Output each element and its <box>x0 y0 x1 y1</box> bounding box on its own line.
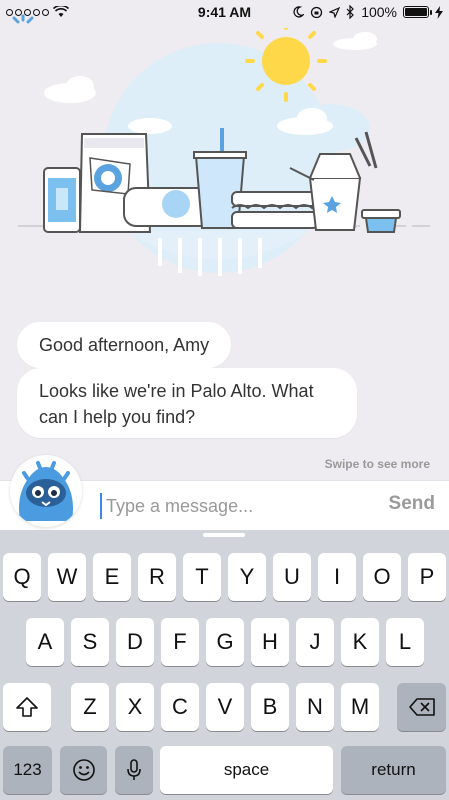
key-e[interactable]: E <box>93 553 131 601</box>
keyboard-handle <box>203 533 245 537</box>
space-key[interactable]: space <box>160 746 333 794</box>
moon-icon <box>293 6 305 18</box>
bot-message: Good afternoon, Amy <box>17 322 232 368</box>
battery-percent: 100% <box>361 4 397 20</box>
key-w[interactable]: W <box>48 553 86 601</box>
key-v[interactable]: V <box>206 683 244 731</box>
key-b[interactable]: B <box>251 683 289 731</box>
key-y[interactable]: Y <box>228 553 266 601</box>
send-button[interactable]: Send <box>389 493 435 515</box>
key-c[interactable]: C <box>161 683 199 731</box>
status-right: 100% <box>292 4 443 20</box>
key-f[interactable]: F <box>161 618 199 666</box>
bot-message: Looks like we're in Palo Alto. What can … <box>17 368 357 438</box>
backspace-key[interactable] <box>397 683 446 731</box>
key-n[interactable]: N <box>296 683 334 731</box>
message-input[interactable] <box>100 493 370 519</box>
key-k[interactable]: K <box>341 618 379 666</box>
microphone-key[interactable] <box>115 746 153 794</box>
bot-mascot-icon <box>19 461 73 521</box>
microphone-icon <box>127 759 141 780</box>
key-p[interactable]: P <box>408 553 446 601</box>
emoji-icon <box>72 759 95 781</box>
key-q[interactable]: Q <box>3 553 41 601</box>
key-o[interactable]: O <box>363 553 401 601</box>
key-m[interactable]: M <box>341 683 379 731</box>
hero-illustration <box>18 28 430 276</box>
key-a[interactable]: A <box>26 618 64 666</box>
wifi-icon <box>53 6 69 17</box>
key-j[interactable]: J <box>296 618 334 666</box>
location-icon <box>329 6 341 18</box>
battery-fill <box>405 8 427 16</box>
key-z[interactable]: Z <box>71 683 109 731</box>
shift-icon <box>16 697 38 717</box>
key-t[interactable]: T <box>183 553 221 601</box>
avatar[interactable] <box>10 455 82 527</box>
key-x[interactable]: X <box>116 683 154 731</box>
keyboard: Q W E R T Y U I O P A S D F G H J K L Z … <box>0 530 449 800</box>
bluetooth-icon <box>346 5 355 19</box>
numbers-key[interactable]: 123 <box>3 746 52 794</box>
sauce-cup-icon <box>361 209 401 233</box>
key-i[interactable]: I <box>318 553 356 601</box>
charging-icon <box>435 5 443 19</box>
key-g[interactable]: G <box>206 618 244 666</box>
soda-can-icon <box>43 167 81 233</box>
key-d[interactable]: D <box>116 618 154 666</box>
key-r[interactable]: R <box>138 553 176 601</box>
key-l[interactable]: L <box>386 618 424 666</box>
shift-key[interactable] <box>3 683 51 731</box>
return-key[interactable]: return <box>341 746 446 794</box>
emoji-key[interactable] <box>60 746 107 794</box>
swipe-hint: Swipe to see more <box>324 457 430 471</box>
battery-icon <box>403 6 432 18</box>
status-bar: 9:41 AM 100% <box>0 0 449 24</box>
key-s[interactable]: S <box>71 618 109 666</box>
lock-rotation-icon <box>311 6 323 18</box>
key-u[interactable]: U <box>273 553 311 601</box>
backspace-icon <box>408 698 435 716</box>
key-h[interactable]: H <box>251 618 289 666</box>
